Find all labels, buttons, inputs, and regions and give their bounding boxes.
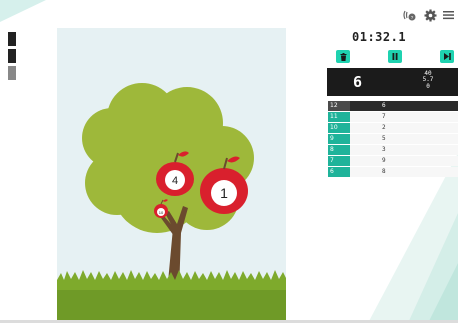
trash-button[interactable] <box>336 50 350 63</box>
row-index: 10 <box>328 123 350 133</box>
row-value: 2 <box>382 124 386 131</box>
row-value: 3 <box>382 146 386 153</box>
row-index: 8 <box>328 145 350 155</box>
side-tabs <box>8 32 18 83</box>
row-index: 9 <box>328 134 350 144</box>
row-value: 5 <box>382 135 386 142</box>
side-tab[interactable] <box>8 66 16 80</box>
pause-icon <box>392 53 398 60</box>
top-icons: ? <box>402 8 454 22</box>
pause-button[interactable] <box>388 50 402 63</box>
row-value: 6 <box>382 102 386 109</box>
table-row: 12 6 <box>328 101 458 111</box>
table-row: 11 7 <box>328 112 458 122</box>
row-value: 8 <box>382 168 386 175</box>
apple-label: 10 <box>159 210 164 215</box>
background-triangles <box>368 153 458 323</box>
side-tab[interactable] <box>8 32 16 46</box>
skip-button[interactable] <box>440 50 454 63</box>
table-row: 10 2 <box>328 123 458 133</box>
score-bar: 6 40 5.7 0 <box>327 68 458 96</box>
table-row: 9 5 <box>328 134 458 144</box>
row-index: 7 <box>328 156 350 166</box>
row-value: 7 <box>382 113 386 120</box>
table-row: 8 3 <box>328 145 458 155</box>
sound-wave-icon[interactable]: ? <box>402 8 418 22</box>
table-row: 6 8 <box>328 167 458 177</box>
history-table: 12 6 11 7 10 2 9 5 8 3 7 9 6 8 <box>328 101 458 178</box>
menu-icon[interactable] <box>443 10 454 20</box>
corner-decoration <box>0 0 46 22</box>
trash-icon <box>340 52 346 61</box>
row-value: 9 <box>382 157 386 164</box>
row-index: 12 <box>328 101 350 111</box>
apple-label: 1 <box>220 185 228 201</box>
side-tab[interactable] <box>8 49 16 63</box>
stat-value: 0 <box>426 82 430 90</box>
current-number: 6 <box>353 73 363 91</box>
stats-column: 40 5.7 0 <box>421 70 435 90</box>
game-scene: 4 1 10 <box>57 28 286 323</box>
gear-icon[interactable] <box>424 9 437 22</box>
row-index: 6 <box>328 167 350 177</box>
table-row: 7 9 <box>328 156 458 166</box>
timer: 01:32.1 <box>352 30 407 44</box>
apple-label: 4 <box>172 175 178 187</box>
tree-illustration: 4 1 10 <box>57 83 286 323</box>
skip-forward-icon <box>443 53 451 60</box>
row-index: 11 <box>328 112 350 122</box>
